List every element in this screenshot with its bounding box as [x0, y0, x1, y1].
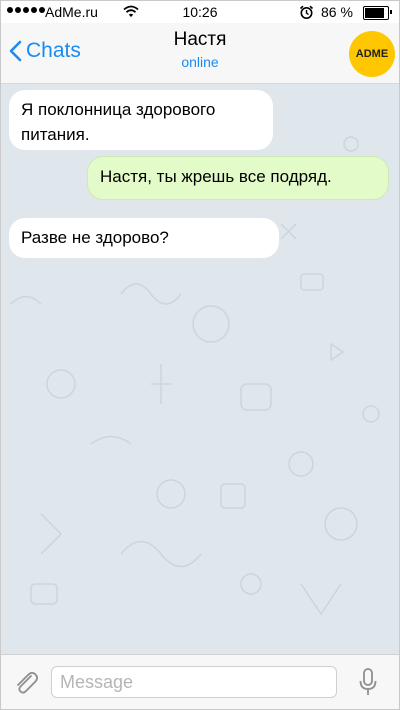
nav-bar: Chats Настя online ADME — [1, 23, 399, 84]
microphone-icon[interactable] — [358, 667, 378, 697]
phone-screen: AdMe.ru 10:26 86 % Chats Настя online AD… — [0, 0, 400, 710]
message-bubble-incoming[interactable]: Я поклонница здорового питания. — [9, 90, 273, 150]
alarm-icon — [299, 5, 314, 19]
message-list[interactable]: Я поклонница здорового питания. Настя, т… — [1, 84, 399, 654]
message-input[interactable] — [51, 666, 337, 698]
chat-header[interactable]: Настя online — [1, 29, 399, 70]
attach-paperclip-icon[interactable] — [11, 668, 39, 696]
avatar[interactable]: ADME — [349, 31, 395, 77]
battery-percent: 86 % — [321, 4, 353, 20]
contact-status: online — [181, 54, 219, 70]
battery-icon — [363, 6, 392, 20]
message-bubble-incoming[interactable]: Разве не здорово? — [9, 218, 279, 258]
status-bar: AdMe.ru 10:26 86 % — [1, 1, 399, 23]
compose-bar — [1, 654, 399, 709]
contact-name: Настя — [173, 29, 227, 50]
message-bubble-outgoing[interactable]: Настя, ты жрешь все подряд. — [87, 156, 389, 200]
